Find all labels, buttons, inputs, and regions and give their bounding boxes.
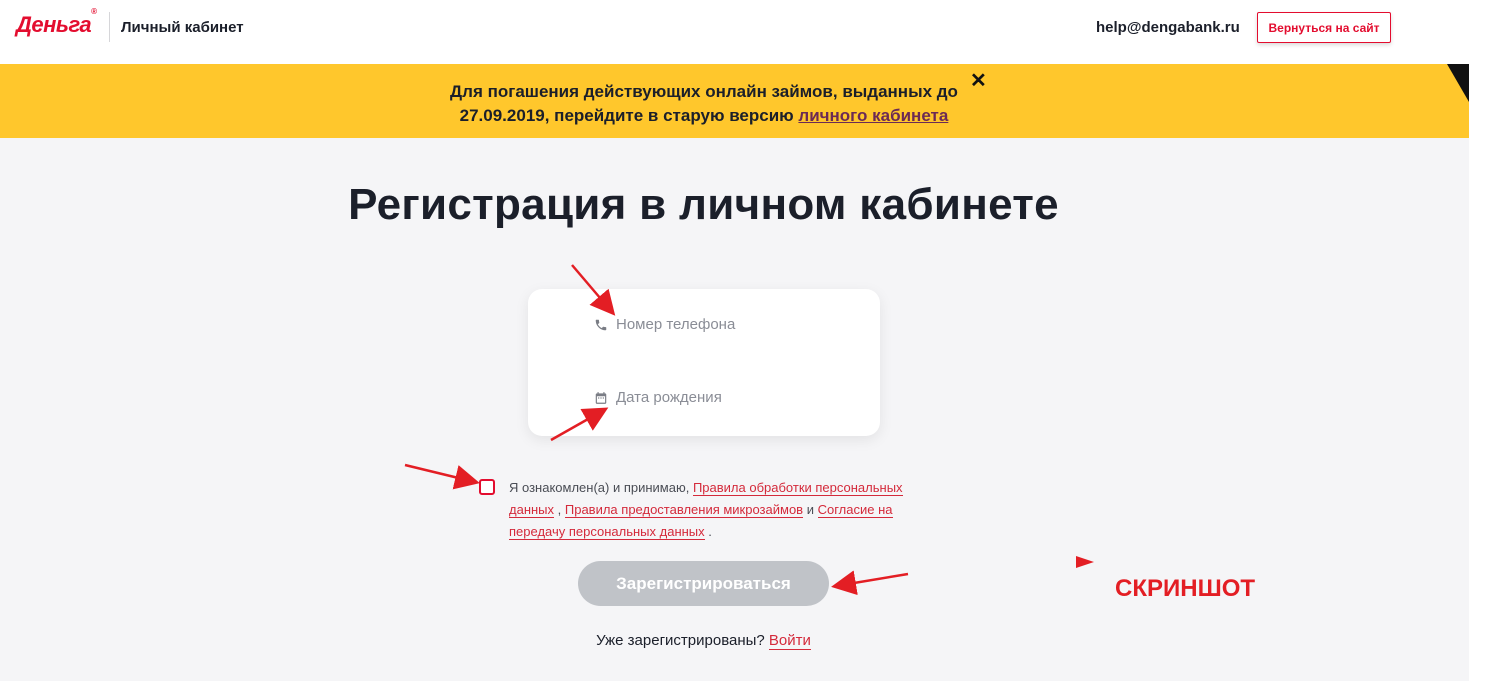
phone-field[interactable]: Номер телефона	[594, 316, 735, 333]
header: Деньга® Личный кабинет help@dengabank.ru…	[0, 0, 1469, 64]
annotation-label: СКРИНШОТ	[1115, 575, 1256, 602]
header-divider	[109, 12, 110, 42]
notice-banner: Для погашения действующих онлайн займов,…	[0, 64, 1469, 138]
old-cabinet-link[interactable]: личного кабинета	[798, 106, 948, 125]
birthdate-field[interactable]: Дата рождения	[594, 389, 722, 406]
birthdate-placeholder: Дата рождения	[616, 389, 722, 406]
consent-text: Я ознакомлен(а) и принимаю, Правила обра…	[509, 480, 903, 540]
help-email-link[interactable]: help@dengabank.ru	[1096, 19, 1240, 36]
page-title: Регистрация в личном кабинете	[348, 180, 1059, 229]
login-line: Уже зарегистрированы? Войти	[596, 632, 811, 650]
banner-corner-decoration	[1447, 64, 1469, 102]
phone-placeholder: Номер телефона	[616, 316, 736, 333]
microloan-rules-link[interactable]: Правила предоставления микрозаймов	[564, 502, 804, 518]
back-to-site-button[interactable]: Вернуться на сайт	[1257, 12, 1391, 43]
banner-text: Для погашения действующих онлайн займов,…	[450, 82, 958, 125]
consent-checkbox[interactable]	[479, 479, 495, 495]
register-button[interactable]: Зарегистрироваться	[578, 561, 829, 606]
registration-form-card: Номер телефона Дата рождения	[528, 289, 880, 436]
logo[interactable]: Деньга®	[16, 7, 97, 38]
close-icon[interactable]: ✕	[970, 68, 987, 93]
login-link[interactable]: Войти	[768, 632, 811, 650]
cabinet-title: Личный кабинет	[121, 19, 244, 36]
phone-icon	[595, 319, 607, 330]
calendar-icon	[595, 391, 607, 404]
